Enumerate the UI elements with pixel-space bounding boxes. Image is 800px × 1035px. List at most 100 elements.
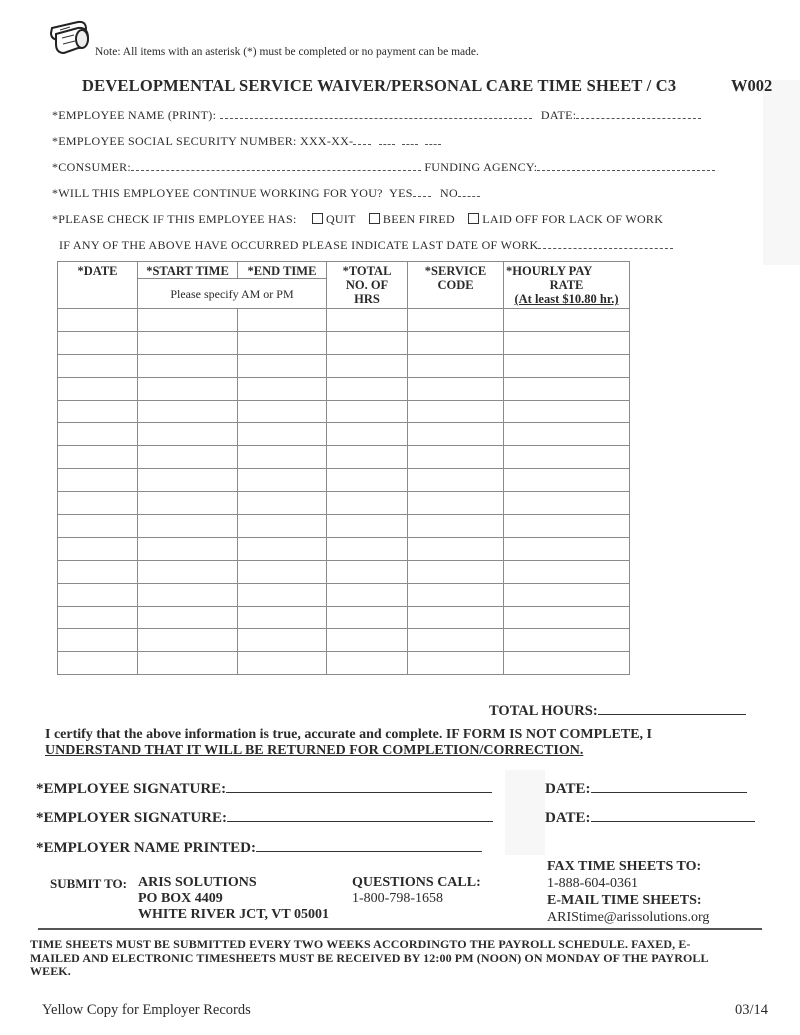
checkbox-been-fired[interactable]: BEEN FIRED	[368, 212, 455, 226]
cell-hourly-rate[interactable]	[503, 308, 630, 332]
cell-total-hours[interactable]	[326, 308, 408, 332]
cell-total-hours[interactable]	[326, 468, 408, 493]
cell-hourly-rate[interactable]	[503, 605, 630, 630]
cell-start-time[interactable]	[137, 308, 238, 332]
checkbox-laid-off[interactable]: LAID OFF FOR LACK OF WORK	[468, 212, 663, 226]
cell-total-hours[interactable]	[326, 605, 408, 630]
cell-start-time[interactable]	[137, 605, 238, 630]
cell-hourly-rate[interactable]	[503, 399, 630, 424]
cell-start-time[interactable]	[137, 376, 238, 401]
checkbox-icon[interactable]	[368, 213, 380, 224]
cell-total-hours[interactable]	[326, 399, 408, 424]
ssn-field-3[interactable]	[402, 134, 419, 145]
ssn-field-1[interactable]	[353, 134, 372, 145]
cell-service-code[interactable]	[407, 605, 504, 630]
cell-start-time[interactable]	[137, 651, 238, 676]
cell-hourly-rate[interactable]	[503, 651, 630, 676]
cell-start-time[interactable]	[137, 536, 238, 561]
employer-name-field[interactable]	[256, 837, 482, 852]
cell-start-time[interactable]	[137, 559, 238, 584]
no-field[interactable]	[457, 186, 480, 197]
cell-total-hours[interactable]	[326, 559, 408, 584]
cell-date[interactable]	[57, 559, 138, 584]
cell-service-code[interactable]	[407, 559, 504, 584]
cell-service-code[interactable]	[407, 536, 504, 561]
cell-start-time[interactable]	[137, 445, 238, 470]
employer-signature-field[interactable]	[227, 807, 493, 822]
cell-end-time[interactable]	[237, 353, 327, 378]
cell-service-code[interactable]	[407, 445, 504, 470]
cell-date[interactable]	[57, 422, 138, 447]
cell-service-code[interactable]	[407, 330, 504, 355]
employee-date-field[interactable]	[590, 778, 747, 793]
cell-total-hours[interactable]	[326, 651, 408, 676]
cell-service-code[interactable]	[407, 376, 504, 401]
cell-start-time[interactable]	[137, 399, 238, 424]
cell-hourly-rate[interactable]	[503, 422, 630, 447]
cell-start-time[interactable]	[137, 330, 238, 355]
cell-service-code[interactable]	[407, 422, 504, 447]
employer-date-field[interactable]	[590, 807, 755, 822]
cell-total-hours[interactable]	[326, 422, 408, 447]
cell-service-code[interactable]	[407, 353, 504, 378]
cell-total-hours[interactable]	[326, 376, 408, 401]
funding-agency-field[interactable]	[537, 160, 716, 171]
cell-hourly-rate[interactable]	[503, 353, 630, 378]
cell-date[interactable]	[57, 330, 138, 355]
cell-date[interactable]	[57, 468, 138, 493]
cell-end-time[interactable]	[237, 514, 327, 538]
yes-field[interactable]	[412, 186, 431, 197]
cell-start-time[interactable]	[137, 628, 238, 653]
checkbox-icon[interactable]	[468, 213, 480, 224]
cell-service-code[interactable]	[407, 628, 504, 653]
cell-hourly-rate[interactable]	[503, 330, 630, 355]
cell-end-time[interactable]	[237, 399, 327, 424]
cell-hourly-rate[interactable]	[503, 514, 630, 538]
cell-service-code[interactable]	[407, 582, 504, 607]
cell-end-time[interactable]	[237, 468, 327, 493]
employee-signature-field[interactable]	[226, 778, 493, 793]
cell-date[interactable]	[57, 399, 138, 424]
cell-start-time[interactable]	[137, 468, 238, 493]
cell-service-code[interactable]	[407, 651, 504, 676]
cell-end-time[interactable]	[237, 491, 327, 516]
cell-end-time[interactable]	[237, 308, 327, 332]
cell-total-hours[interactable]	[326, 514, 408, 538]
employee-name-field[interactable]	[219, 108, 532, 119]
cell-hourly-rate[interactable]	[503, 468, 630, 493]
cell-service-code[interactable]	[407, 514, 504, 538]
cell-hourly-rate[interactable]	[503, 536, 630, 561]
cell-total-hours[interactable]	[326, 491, 408, 516]
cell-end-time[interactable]	[237, 536, 327, 561]
cell-date[interactable]	[57, 445, 138, 470]
cell-end-time[interactable]	[237, 376, 327, 401]
cell-hourly-rate[interactable]	[503, 628, 630, 653]
cell-end-time[interactable]	[237, 445, 327, 470]
last-date-field[interactable]	[538, 238, 674, 249]
cell-service-code[interactable]	[407, 468, 504, 493]
email-link[interactable]: ARIStime@arissolutions.org	[547, 909, 709, 926]
total-hours-field[interactable]	[597, 700, 746, 715]
cell-total-hours[interactable]	[326, 536, 408, 561]
cell-total-hours[interactable]	[326, 628, 408, 653]
cell-hourly-rate[interactable]	[503, 582, 630, 607]
cell-end-time[interactable]	[237, 582, 327, 607]
cell-total-hours[interactable]	[326, 445, 408, 470]
ssn-field-2[interactable]	[378, 134, 395, 145]
cell-date[interactable]	[57, 491, 138, 516]
cell-start-time[interactable]	[137, 491, 238, 516]
consumer-field[interactable]	[131, 160, 422, 171]
cell-date[interactable]	[57, 628, 138, 653]
cell-date[interactable]	[57, 353, 138, 378]
cell-end-time[interactable]	[237, 651, 327, 676]
cell-service-code[interactable]	[407, 308, 504, 332]
cell-total-hours[interactable]	[326, 582, 408, 607]
cell-end-time[interactable]	[237, 605, 327, 630]
cell-date[interactable]	[57, 582, 138, 607]
cell-service-code[interactable]	[407, 399, 504, 424]
cell-date[interactable]	[57, 605, 138, 630]
cell-start-time[interactable]	[137, 353, 238, 378]
cell-end-time[interactable]	[237, 422, 327, 447]
cell-hourly-rate[interactable]	[503, 491, 630, 516]
cell-start-time[interactable]	[137, 582, 238, 607]
